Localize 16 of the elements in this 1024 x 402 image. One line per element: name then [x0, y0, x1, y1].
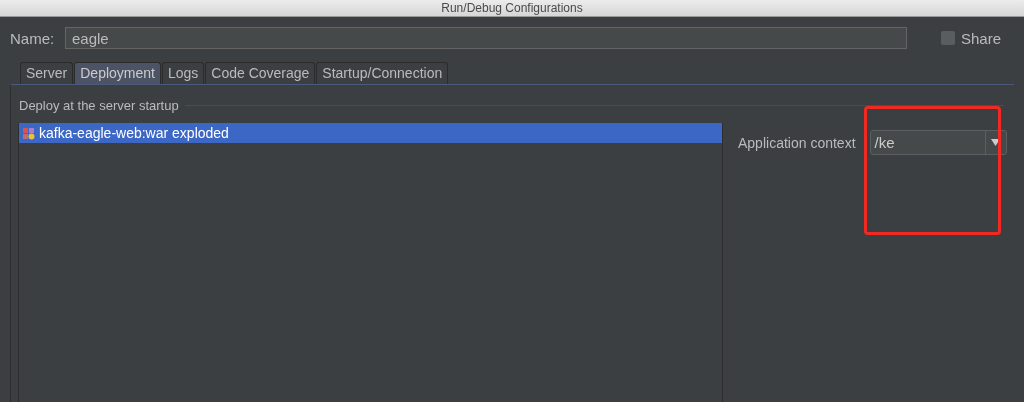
tab[interactable]: Deployment: [74, 62, 161, 84]
artifact-icon: [22, 126, 35, 140]
tab[interactable]: Startup/Connection: [316, 62, 449, 84]
artifact-item[interactable]: kafka-eagle-web:war exploded: [19, 123, 722, 143]
window-title: Run/Debug Configurations: [441, 1, 583, 15]
dropdown-arrow-icon: [991, 139, 1001, 146]
share-label: Share: [961, 29, 1002, 47]
application-context-combo[interactable]: /ke: [869, 130, 1007, 155]
share-checkbox[interactable]: [941, 31, 955, 45]
tab[interactable]: Server: [20, 62, 74, 84]
tab[interactable]: Logs: [161, 62, 205, 84]
tab[interactable]: Code Coverage: [205, 62, 316, 84]
name-field[interactable]: eagle: [65, 27, 907, 49]
name-label: Name:: [10, 29, 56, 47]
section-title: Deploy at the server startup: [19, 98, 179, 113]
application-context-label: Application context: [738, 135, 856, 151]
